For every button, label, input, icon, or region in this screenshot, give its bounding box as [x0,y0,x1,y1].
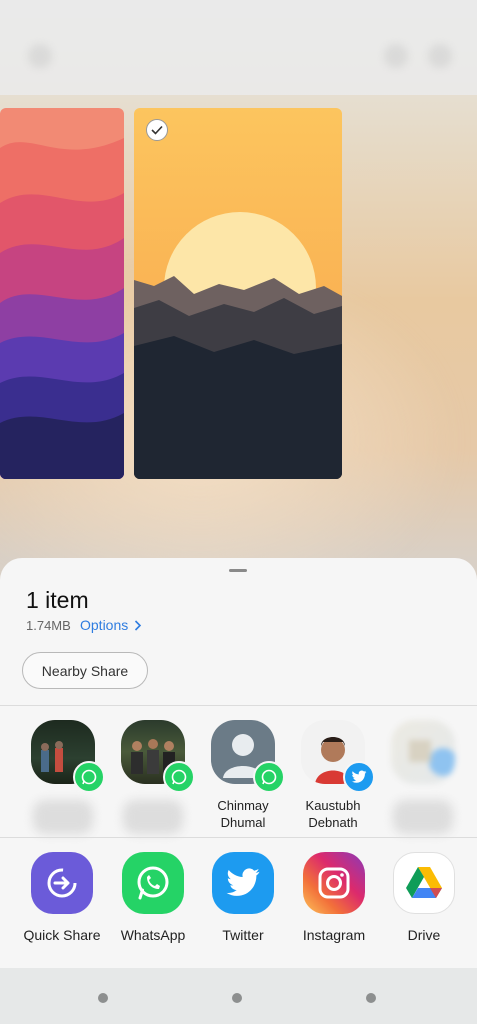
twitter-icon [343,761,375,793]
toolbar-icon [384,44,408,68]
nav-back-button[interactable] [366,993,376,1003]
share-sheet: 1 item 1.74MB Options Nearby Share Chinm… [0,558,477,1024]
nav-home-button[interactable] [232,993,242,1003]
app-label: WhatsApp [120,927,186,943]
share-title: 1 item [26,587,89,613]
system-navigation-bar [0,968,477,1024]
drag-handle[interactable] [229,569,247,572]
options-label: Options [80,617,129,633]
contact-name: Kaustubh Debnath [305,798,361,830]
selected-check-icon[interactable] [146,119,168,141]
chevron-right-icon [135,620,142,631]
back-icon [28,44,52,68]
wallpaper-thumbnail-sunset[interactable] [134,108,342,479]
nav-recents-button[interactable] [98,993,108,1003]
nearby-share-button[interactable]: Nearby Share [22,652,148,689]
direct-share-contact[interactable]: Kaustubh Debnath [289,720,377,831]
app-instagram[interactable]: Instagram [289,852,379,943]
more-icon [428,44,452,68]
app-label: Quick Share [23,927,101,943]
app-label: Instagram [302,927,366,943]
waves-image [0,108,124,479]
app-toolbar-blur [0,0,477,95]
divider [0,705,477,706]
quick-share-icon [31,852,93,914]
file-size: 1.74MB [26,618,71,633]
app-label: Drive [407,927,441,943]
direct-share-contact[interactable] [379,720,467,834]
whatsapp-icon [163,761,195,793]
sunset-image [134,108,342,479]
direct-share-contact[interactable] [19,720,107,834]
direct-share-contact[interactable] [109,720,197,834]
contact-name-blurred [33,800,93,834]
whatsapp-icon [73,761,105,793]
app-twitter[interactable]: Twitter [198,852,288,943]
whatsapp-icon [253,761,285,793]
app-label: Twitter [222,927,264,943]
twitter-icon [212,852,274,914]
direct-share-contact[interactable]: Chinmay Dhumal [199,720,287,831]
whatsapp-icon [122,852,184,914]
divider [0,837,477,838]
contact-name: Chinmay Dhumal [217,798,269,830]
app-drive[interactable]: Drive [379,852,469,943]
avatar-blurred [391,720,455,784]
app-quick-share[interactable]: Quick Share [17,852,107,943]
instagram-icon [303,852,365,914]
contact-name-blurred [393,800,453,834]
wallpaper-thumbnail-waves[interactable] [0,108,124,479]
contact-name-blurred [123,800,183,834]
google-drive-icon [393,852,455,914]
options-link[interactable]: Options [80,617,142,633]
app-whatsapp[interactable]: WhatsApp [108,852,198,943]
nearby-share-label: Nearby Share [41,662,129,679]
